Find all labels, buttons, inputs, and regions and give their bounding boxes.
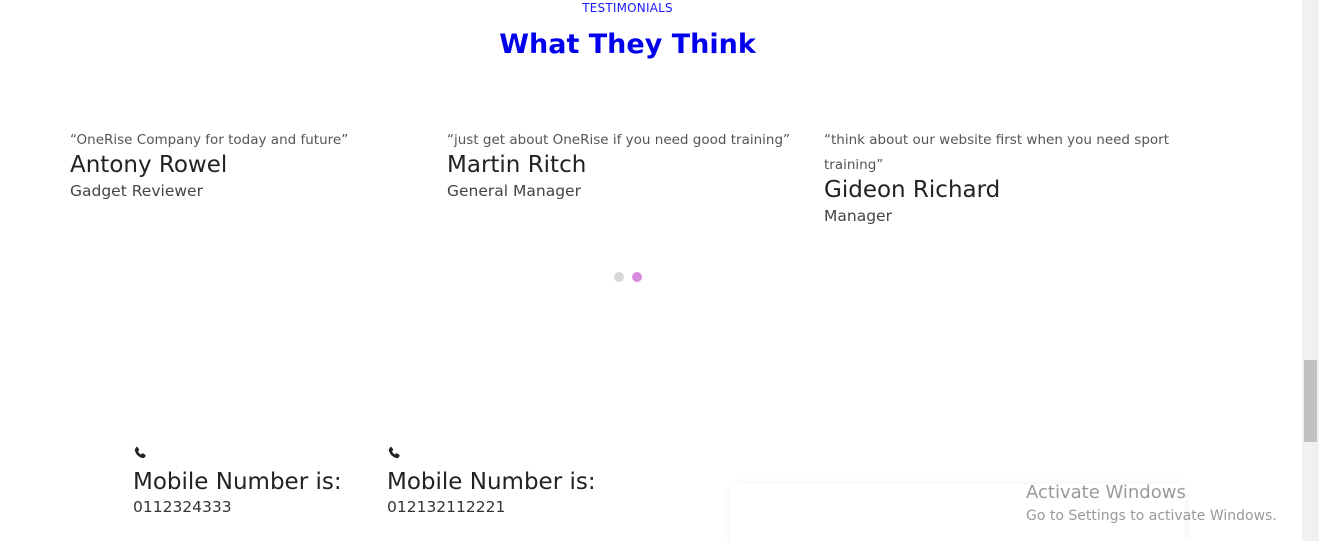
- testimonial-name: Gideon Richard: [824, 177, 1001, 203]
- contact-label: Mobile Number is:: [133, 469, 342, 495]
- contact-item: Mobile Number is: 012132112221: [387, 446, 627, 518]
- testimonial-name: Martin Ritch: [447, 152, 587, 178]
- testimonial-card: “just get about OneRise if you need good…: [447, 128, 797, 202]
- testimonial-role: Gadget Reviewer: [70, 182, 203, 200]
- section-eyebrow: TESTIMONIALS: [582, 1, 673, 15]
- contact-number: 0112324333: [133, 498, 232, 516]
- phone-icon: [388, 446, 400, 459]
- testimonial-card: “OneRise Company for today and future” A…: [70, 128, 420, 202]
- contact-label: Mobile Number is:: [387, 469, 596, 495]
- carousel-dot-1[interactable]: [614, 272, 624, 282]
- testimonial-quote: “OneRise Company for today and future”: [70, 132, 349, 148]
- section-title: What They Think: [499, 29, 756, 60]
- page: TESTIMONIALS What They Think “OneRise Co…: [0, 0, 1319, 541]
- testimonial-quote: “just get about OneRise if you need good…: [447, 132, 791, 148]
- contact-item: Mobile Number is: 0112324333: [133, 446, 373, 518]
- testimonial-card: “think about our website first when you …: [824, 128, 1174, 227]
- testimonial-role: Manager: [824, 207, 892, 225]
- testimonial-quote: “think about our website first when you …: [824, 132, 1170, 173]
- phone-icon: [134, 446, 146, 459]
- testimonial-role: General Manager: [447, 182, 581, 200]
- testimonial-name: Antony Rowel: [70, 152, 228, 178]
- contact-form-card: [730, 484, 1185, 541]
- contact-number: 012132112221: [387, 498, 506, 516]
- carousel-dot-2-active[interactable]: [632, 272, 642, 282]
- scrollbar-thumb[interactable]: [1304, 360, 1317, 442]
- vertical-scrollbar[interactable]: [1302, 0, 1319, 541]
- carousel-dots: [614, 272, 642, 282]
